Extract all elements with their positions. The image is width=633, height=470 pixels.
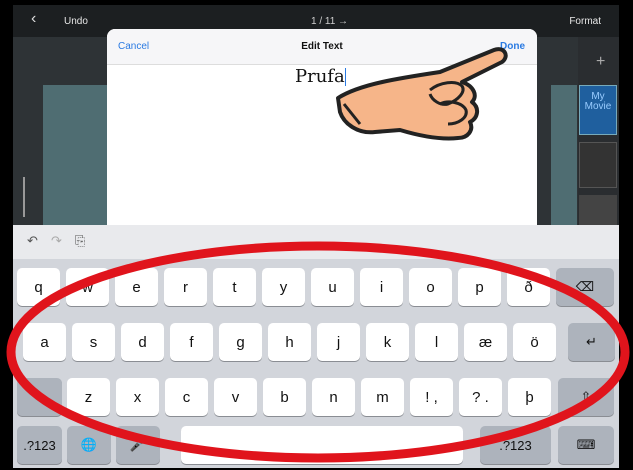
key-a[interactable]: a — [23, 323, 66, 361]
numbers-key-left[interactable]: .?123 — [17, 426, 62, 464]
key-ö[interactable]: ö — [513, 323, 556, 361]
slide-thumbnail-3[interactable] — [579, 195, 617, 229]
key-p[interactable]: p — [458, 268, 501, 306]
microphone-icon[interactable]: 🎤 — [116, 426, 160, 464]
key-r[interactable]: r — [164, 268, 207, 306]
key-row3-7[interactable]: ! , — [410, 378, 453, 416]
text-input[interactable]: Prufa — [295, 66, 346, 87]
key-row3-8[interactable]: ? . — [459, 378, 502, 416]
ipad-screen: ‹ Undo 1 / 11 → Format + My Movie Cancel… — [13, 5, 619, 468]
key-e[interactable]: e — [115, 268, 158, 306]
shift-key-left[interactable]: ⇧ — [17, 378, 62, 416]
edit-text-dialog: Cancel Edit Text Done Prufa — [107, 29, 537, 229]
add-slide-plus-icon[interactable]: + — [596, 53, 605, 71]
key-row3-6[interactable]: m — [361, 378, 404, 416]
key-h[interactable]: h — [268, 323, 311, 361]
key-t[interactable]: t — [213, 268, 256, 306]
space-bar[interactable] — [181, 426, 463, 464]
page-indicator: 1 / 11 → — [311, 16, 349, 27]
key-row3-9[interactable]: þ — [508, 378, 551, 416]
key-w[interactable]: w — [66, 268, 109, 306]
globe-icon[interactable]: 🌐 — [67, 426, 111, 464]
key-row3-0[interactable]: z — [67, 378, 110, 416]
key-row3-3[interactable]: v — [214, 378, 257, 416]
format-button[interactable]: Format — [569, 16, 601, 27]
key-l[interactable]: l — [415, 323, 458, 361]
back-chevron-icon[interactable]: ‹ — [31, 11, 36, 27]
shift-key-right[interactable]: ⇧ — [558, 378, 614, 416]
key-s[interactable]: s — [72, 323, 115, 361]
key-g[interactable]: g — [219, 323, 262, 361]
keyboard: ↶ ↷ ⎘ q w e r t y u i o p ð ⌫ a s d f g h j k l æ ö ↵ ⇧ z x c v b n m! … — [13, 225, 619, 468]
hide-keyboard-icon[interactable]: ⌨ — [558, 426, 614, 464]
key-ð[interactable]: ð — [507, 268, 550, 306]
background-slide-edge — [551, 85, 577, 225]
key-q[interactable]: q — [17, 268, 60, 306]
key-y[interactable]: y — [262, 268, 305, 306]
key-row3-4[interactable]: b — [263, 378, 306, 416]
key-i[interactable]: i — [360, 268, 403, 306]
background-slide-preview — [43, 85, 107, 225]
undo-button[interactable]: Undo — [64, 16, 88, 27]
text-cursor — [344, 68, 346, 86]
key-row3-5[interactable]: n — [312, 378, 355, 416]
undo-arrow-icon[interactable]: ↶ — [27, 233, 38, 249]
dialog-header: Cancel Edit Text Done — [107, 29, 537, 65]
text-value: Prufa — [295, 66, 345, 87]
key-æ[interactable]: æ — [464, 323, 507, 361]
key-k[interactable]: k — [366, 323, 409, 361]
background-slider — [23, 177, 25, 217]
key-d[interactable]: d — [121, 323, 164, 361]
numbers-key-right[interactable]: .?123 — [480, 426, 551, 464]
key-j[interactable]: j — [317, 323, 360, 361]
slide-thumbnail-2[interactable] — [579, 142, 617, 188]
dialog-title: Edit Text — [301, 41, 343, 52]
key-f[interactable]: f — [170, 323, 213, 361]
key-u[interactable]: u — [311, 268, 354, 306]
backspace-key[interactable]: ⌫ — [556, 268, 614, 306]
return-key[interactable]: ↵ — [568, 323, 615, 361]
key-o[interactable]: o — [409, 268, 452, 306]
keyboard-shortcut-bar: ↶ ↷ ⎘ — [13, 225, 619, 259]
slide-thumbnail-1[interactable]: My Movie — [579, 85, 617, 135]
redo-arrow-icon[interactable]: ↷ — [51, 233, 62, 249]
key-row3-2[interactable]: c — [165, 378, 208, 416]
key-row3-1[interactable]: x — [116, 378, 159, 416]
paste-icon[interactable]: ⎘ — [75, 233, 85, 249]
done-button[interactable]: Done — [500, 41, 525, 52]
